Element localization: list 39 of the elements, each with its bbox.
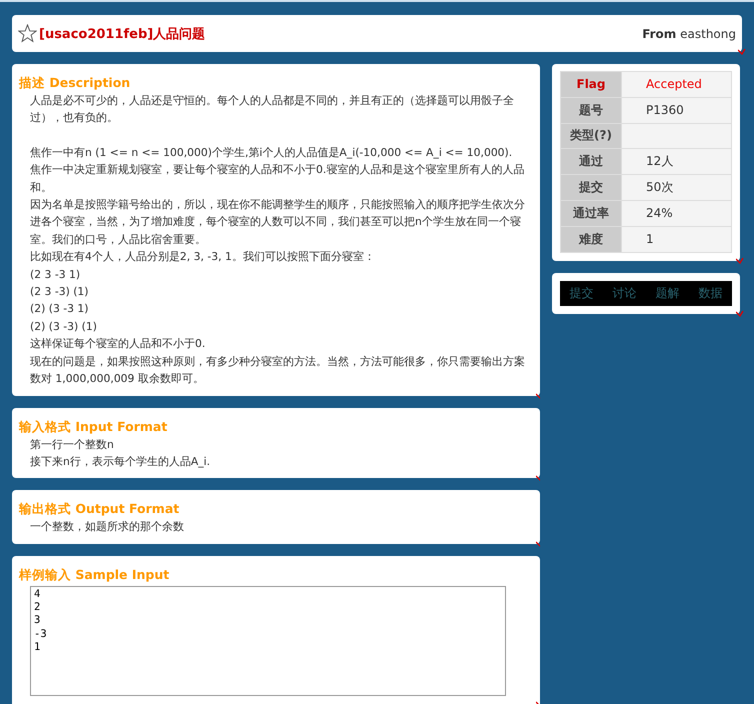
author-line: From easthong [642,26,736,40]
description-text: 第一行一个整数n [29,436,115,452]
description-text: 一个整数，如题所求的那个余数 [29,519,185,536]
info-label: Flag [560,72,622,98]
nav-link[interactable]: 数据 [698,284,722,302]
info-label: 类型(?) [560,123,622,149]
info-label: 提交 [560,174,622,200]
info-value: 24% [622,200,732,226]
description-text: 焦作一中有n (1 <= n <= 100,000)个学生,第i个人的人品值是A_i(-10,000 <= A_i <= 10,000). [29,144,514,161]
star-icon[interactable] [18,24,37,43]
description-text: 因为名单是按照学籍号给出的，所以，现在你不能调整学生的顺序，只能按照输入的顺序把学生依次分进各个寝室，当然，为了增加难度，每个寝室的人数可以不同，我们甚至可以把n个学生放在同一个寝室。我们的口号，人品比宿舍重要。 [29,197,526,248]
info-label: 题号 [560,97,622,124]
info-value: 12人 [622,148,732,175]
section-heading: 输入格式 Input Format [19,418,168,436]
description-text: 现在的问题是，如果按照这种原则，有多少种分寝室的方法。当然，方法可能很多，你只需要输出方案数对 1,000,000,009 取余数即可。 [29,354,526,388]
info-value: 1 [622,226,732,252]
description-text: (2 3 -3 1) [29,266,82,283]
description-text: (2) (3 -3 1) [29,301,90,318]
nav-link[interactable]: 题解 [656,284,680,302]
description-text: (2 3 -3) (1) [29,284,90,300]
problem-title: [usaco2011feb]人品问题 [39,26,206,42]
info-value: P1360 [622,97,732,124]
description-text: 焦作一中决定重新规划寝室，要让每个寝室的人品和不小于0.寝室的人品和是这个寝室里所有人的人品和。 [29,162,526,196]
nav-link[interactable]: 讨论 [612,284,636,302]
description-text: 比如现在有4个人，人品分别是2, 3, -3, 1。我们可以按照下面分寝室： [29,249,376,266]
section-heading: 描述 Description [19,74,132,92]
nav-link[interactable]: 提交 [570,284,594,302]
info-label: 难度 [560,226,622,252]
sample-input-field: 4 2 3 -3 1 [30,586,506,696]
description-text: (2) (3 -3) (1) [29,318,98,335]
section-heading: 输出格式 Output Format [19,500,180,518]
info-label: 通过 [560,148,622,175]
info-value: Accepted [622,72,732,98]
info-label: 通过率 [560,200,622,226]
section-heading: 样例输入 Sample Input [19,566,170,584]
description-text: 接下来n行，表示每个学生的人品A_i. [29,454,212,470]
description-text: 人品是必不可少的，人品还是守恒的。每个人的人品都是不同的，并且有正的（选择题可以用骰子全过），也有负的。 [29,93,515,126]
info-value: 50次 [622,174,732,200]
description-text: 这样保证每个寝室的人品和不小于0. [29,336,206,352]
